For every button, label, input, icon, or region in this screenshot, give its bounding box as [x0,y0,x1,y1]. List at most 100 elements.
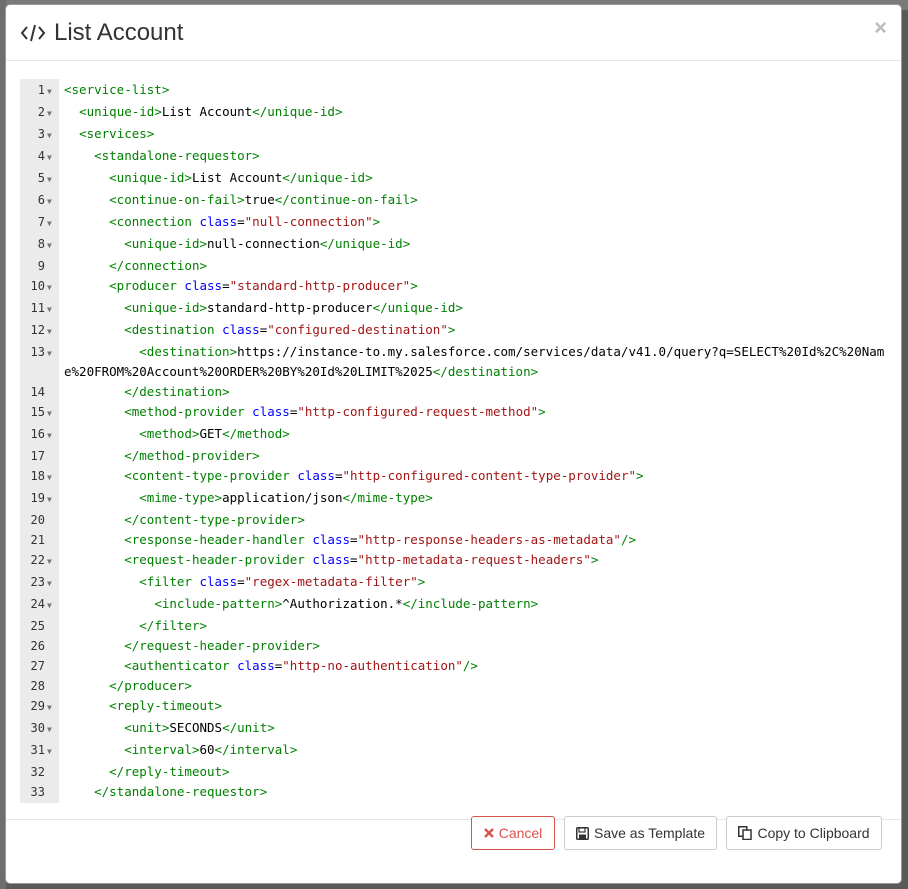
copy-to-clipboard-button[interactable]: Copy to Clipboard [726,816,882,850]
code-line-text: <request-header-provider class="http-met… [124,552,599,567]
code-line: 22 ▼ <request-header-provider class="http… [20,550,889,572]
line-number-text: 6 [37,193,45,207]
line-number: 7 ▼ [20,212,59,234]
cancel-label: Cancel [498,825,543,841]
line-number-text: 5 [37,171,45,185]
code-line-text: </reply-timeout> [109,764,230,779]
code-line-text: </services> [59,802,889,803]
code-line-text: <unit>SECONDS</unit> [124,720,275,735]
line-number: 19 ▼ [20,488,59,510]
line-number-text: 1 [37,83,45,97]
line-number-text: 33 [30,785,45,799]
fold-toggle-icon[interactable]: ▼ [47,596,54,616]
code-line: 23 ▼ <filter class="regex-metadata-filter… [20,572,889,594]
line-number-text: 29 [30,699,45,713]
fold-toggle-icon[interactable]: ▼ [47,82,54,102]
times-icon [483,828,494,838]
fold-toggle-icon[interactable]: ▼ [47,490,54,510]
code-line: 11 ▼ <unique-id>standard-http-producer</u… [20,298,889,320]
fold-toggle-icon[interactable]: ▼ [47,344,54,364]
save-as-template-button[interactable]: Save as Template [564,816,717,850]
code-line: 19 ▼ <mime-type>application/json</mime-ty… [20,488,889,510]
line-number: 25 [20,616,59,636]
fold-toggle-icon[interactable]: ▼ [47,742,54,762]
code-line-text: <content-type-provider class="http-confi… [124,468,644,483]
line-number: 12 ▼ [20,320,59,342]
code-line-text: <standalone-requestor> [94,148,260,163]
line-number: 30 ▼ [20,718,59,740]
line-number: 29 ▼ [20,696,59,718]
fold-toggle-icon[interactable]: ▼ [47,192,54,212]
fold-toggle-icon[interactable]: ▼ [47,170,54,190]
code-line-text: </connection> [109,258,207,273]
code-line: 2 ▼ <unique-id>List Account</unique-id> [20,102,889,124]
line-number-text: 27 [30,659,45,673]
code-line-text: </content-type-provider> [124,512,305,527]
line-number: 6 ▼ [20,190,59,212]
fold-toggle-icon[interactable]: ▼ [47,278,54,298]
code-line-text: <method-provider class="http-configured-… [124,404,546,419]
code-line-text: </destination> [124,384,230,399]
fold-toggle-icon[interactable]: ▼ [47,468,54,488]
line-number-text: 10 [30,279,45,293]
line-number-text: 32 [30,765,45,779]
fold-toggle-icon[interactable]: ▼ [47,720,54,740]
line-number-text: 21 [30,533,45,547]
code-line: 32 </reply-timeout> [20,762,889,782]
line-number-text: 24 [30,597,45,611]
code-line-text: </request-header-provider> [124,638,320,653]
code-line-text: <include-pattern>^Authorization.*</inclu… [154,596,539,611]
line-number-text: 7 [37,215,45,229]
fold-toggle-icon[interactable]: ▼ [47,104,54,124]
fold-toggle-icon[interactable]: ▼ [47,236,54,256]
line-number: 4 ▼ [20,146,59,168]
fold-toggle-icon[interactable]: ▼ [47,300,54,320]
line-number: 24 ▼ [20,594,59,616]
line-number: 26 [20,636,59,656]
code-line: 15 ▼ <method-provider class="http-configu… [20,402,889,424]
line-number-text: 20 [30,513,45,527]
line-number-text: 9 [37,259,45,273]
fold-toggle-icon[interactable]: ▼ [47,126,54,146]
fold-toggle-icon[interactable]: ▼ [47,322,54,342]
code-line-text: <unique-id>standard-http-producer</uniqu… [124,300,463,315]
line-number-text: 18 [30,469,45,483]
code-line: 26 </request-header-provider> [20,636,889,656]
close-button[interactable]: × [874,17,887,39]
modal-header: List Account × [6,5,901,61]
code-line-text: <unique-id>null-connection</unique-id> [124,236,411,251]
fold-toggle-icon[interactable]: ▼ [47,214,54,234]
cancel-button[interactable]: Cancel [471,816,555,850]
code-line: 1 ▼ <service-list> [20,80,889,102]
fold-toggle-icon[interactable]: ▼ [47,404,54,424]
line-number-text: 2 [37,105,45,119]
line-number: 14 [20,382,59,402]
fold-toggle-icon[interactable]: ▼ [47,552,54,572]
code-line-text: <interval>60</interval> [124,742,298,757]
line-number: 21 [20,530,59,550]
line-number: 1 ▼ [20,80,59,102]
modal-title-text: List Account [54,19,184,46]
code-line: 6 ▼ <continue-on-fail>true</continue-on-f… [20,190,889,212]
line-number: 5 ▼ [20,168,59,190]
code-line-text: <response-header-handler class="http-res… [124,532,637,547]
line-number-text: 26 [30,639,45,653]
line-number: 3 ▼ [20,124,59,146]
line-number-text: 15 [30,405,45,419]
code-line-text: <continue-on-fail>true</continue-on-fail… [109,192,418,207]
line-number: 16 ▼ [20,424,59,446]
copy-to-clipboard-label: Copy to Clipboard [757,825,870,841]
fold-toggle-icon[interactable]: ▼ [47,426,54,446]
fold-toggle-icon[interactable]: ▼ [47,574,54,594]
fold-toggle-icon[interactable]: ▼ [47,698,54,718]
line-number-text: 17 [30,449,45,463]
code-line-text: <unique-id>List Account</unique-id> [109,170,373,185]
code-line: 4 ▼ <standalone-requestor> [20,146,889,168]
code-line: 27 <authenticator class="http-no-authent… [20,656,889,676]
code-line-text: <destination>https://instance-to.my.sale… [64,344,885,379]
code-line-text: </filter> [139,618,208,633]
code-line: 12 ▼ <destination class="configured-desti… [20,320,889,342]
line-number: 13 ▼ [20,342,59,382]
fold-toggle-icon[interactable]: ▼ [47,148,54,168]
code-editor[interactable]: 1 ▼ <service-list> 2 ▼ <unique-id>List Accou… [20,79,889,803]
